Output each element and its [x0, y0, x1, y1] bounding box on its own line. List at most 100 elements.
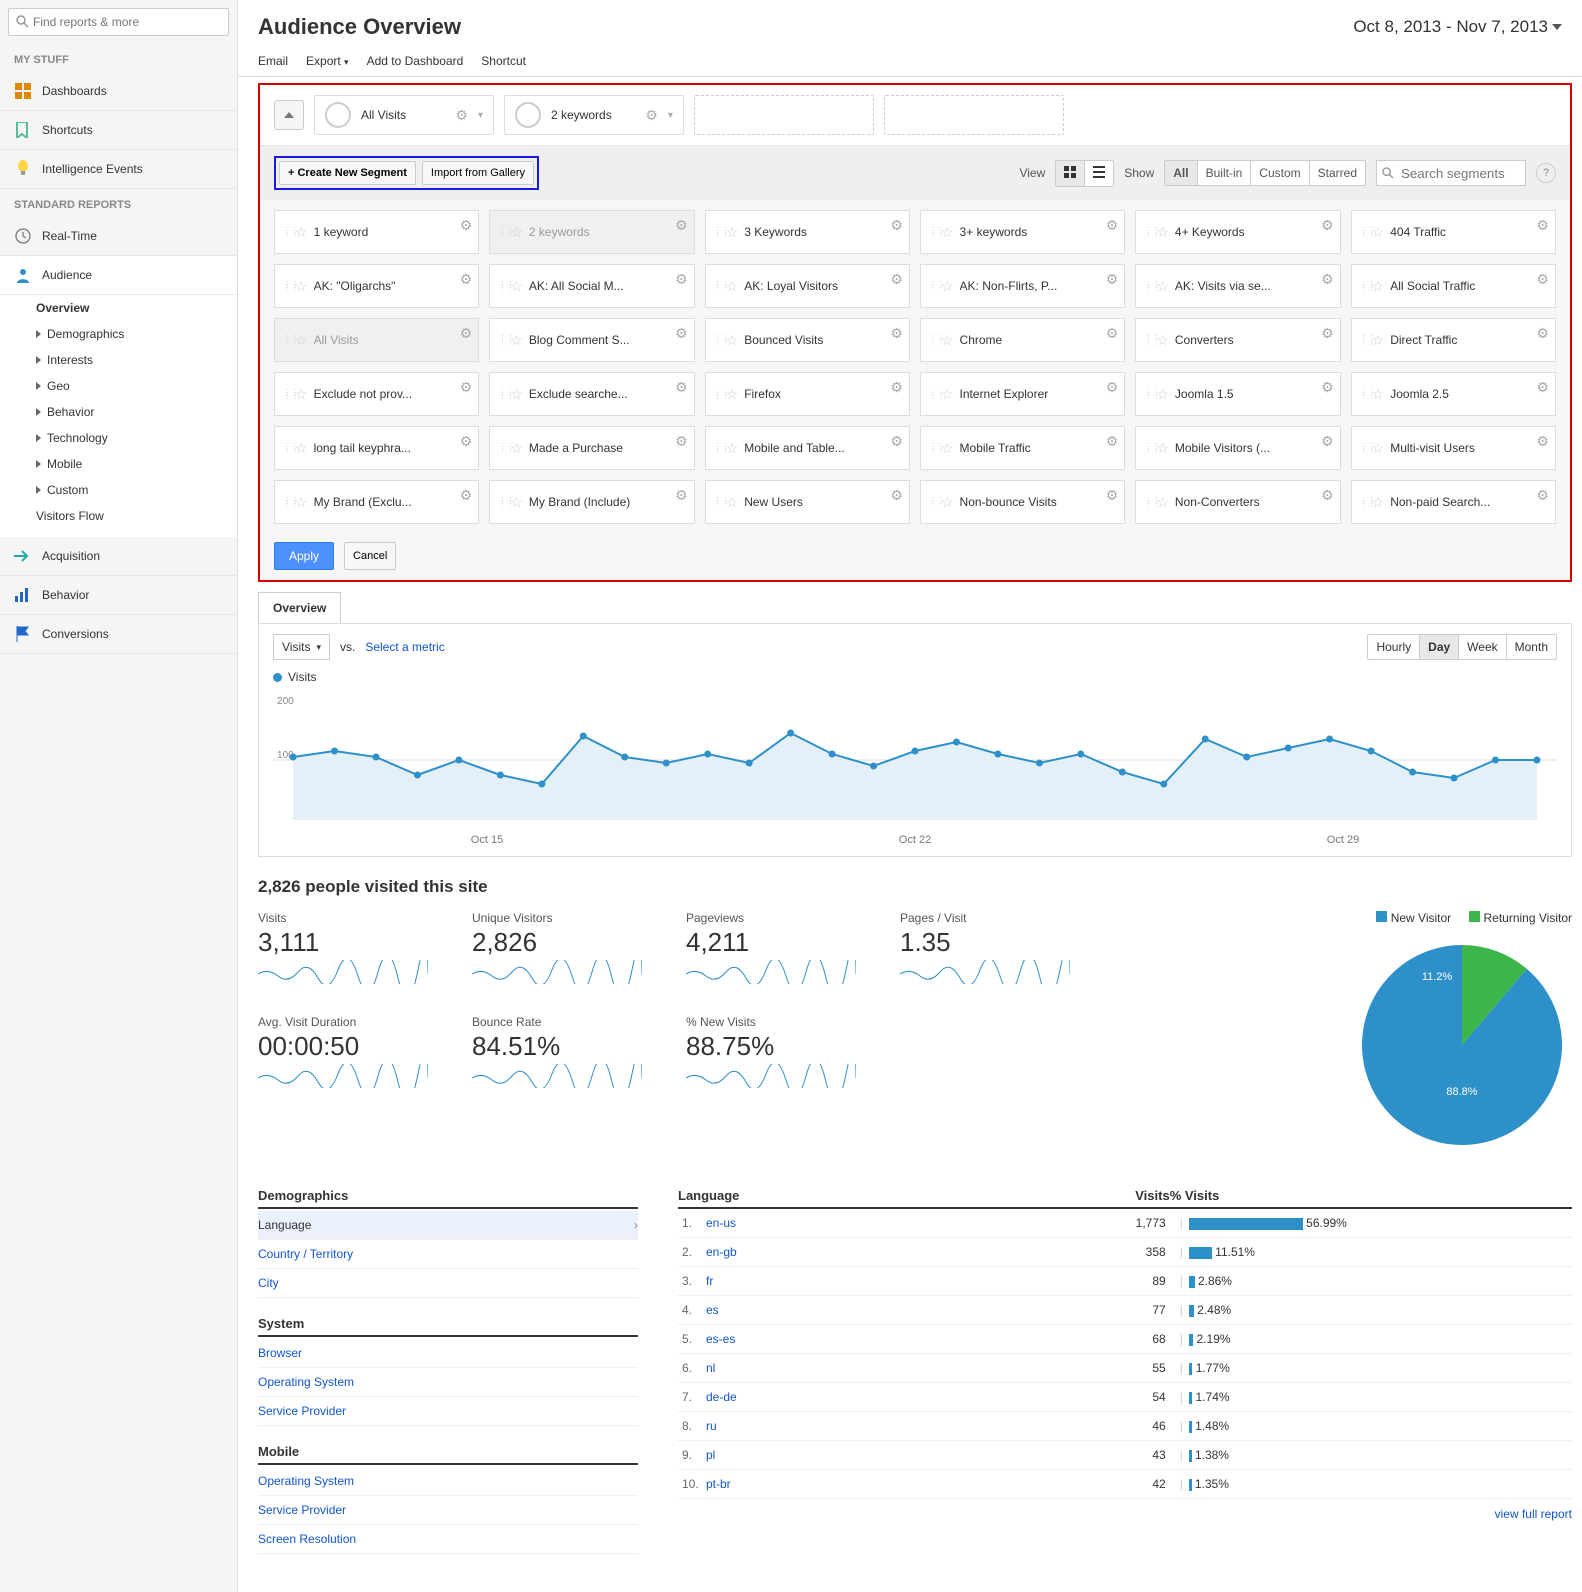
drag-handle-icon[interactable]: ⋮⋮⋮⋮ — [714, 283, 720, 289]
segment-pill-2-keywords[interactable]: 2 keywords ⚙ ▾ — [504, 95, 684, 135]
drag-handle-icon[interactable]: ⋮⋮⋮⋮ — [1144, 445, 1150, 451]
gear-icon[interactable]: ⚙ — [460, 325, 473, 342]
segment-card[interactable]: ⋮⋮⋮⋮☆Chrome⚙ — [920, 318, 1125, 362]
lang-link[interactable]: nl — [706, 1361, 715, 1375]
drag-handle-icon[interactable]: ⋮⋮⋮⋮ — [714, 445, 720, 451]
star-icon[interactable]: ☆ — [295, 440, 308, 457]
segment-card[interactable]: ⋮⋮⋮⋮☆Non-bounce Visits⚙ — [920, 480, 1125, 524]
collapse-button[interactable] — [274, 100, 304, 130]
sidebar-item-real-time[interactable]: Real-Time — [0, 217, 237, 256]
gear-icon[interactable]: ⚙ — [1106, 379, 1119, 396]
dim-row-operating-system[interactable]: Operating System — [258, 1368, 638, 1397]
segment-card[interactable]: ⋮⋮⋮⋮☆Mobile Traffic⚙ — [920, 426, 1125, 470]
drag-handle-icon[interactable]: ⋮⋮⋮⋮ — [929, 499, 935, 505]
segment-card[interactable]: ⋮⋮⋮⋮☆Non-paid Search...⚙ — [1351, 480, 1556, 524]
drag-handle-icon[interactable]: ⋮⋮⋮⋮ — [498, 229, 504, 235]
star-icon[interactable]: ☆ — [295, 332, 308, 349]
drag-handle-icon[interactable]: ⋮⋮⋮⋮ — [1360, 337, 1366, 343]
drag-handle-icon[interactable]: ⋮⋮⋮⋮ — [1360, 445, 1366, 451]
gear-icon[interactable]: ⚙ — [455, 107, 468, 124]
drag-handle-icon[interactable]: ⋮⋮⋮⋮ — [929, 391, 935, 397]
star-icon[interactable]: ☆ — [295, 278, 308, 295]
drag-handle-icon[interactable]: ⋮⋮⋮⋮ — [498, 391, 504, 397]
gear-icon[interactable]: ⚙ — [460, 433, 473, 450]
segment-card[interactable]: ⋮⋮⋮⋮☆1 keyword⚙ — [274, 210, 479, 254]
sidebar-sub-visitors-flow[interactable]: Visitors Flow — [36, 503, 237, 529]
drag-handle-icon[interactable]: ⋮⋮⋮⋮ — [1144, 283, 1150, 289]
tab-overview[interactable]: Overview — [258, 592, 341, 623]
search-input[interactable] — [8, 8, 229, 36]
gear-icon[interactable]: ⚙ — [1536, 433, 1549, 450]
star-icon[interactable]: ☆ — [510, 440, 523, 457]
star-icon[interactable]: ☆ — [726, 332, 739, 349]
dim-row-operating-system[interactable]: Operating System — [258, 1467, 638, 1496]
segment-card[interactable]: ⋮⋮⋮⋮☆Converters⚙ — [1135, 318, 1340, 362]
star-icon[interactable]: ☆ — [1372, 440, 1385, 457]
segment-card[interactable]: ⋮⋮⋮⋮☆Internet Explorer⚙ — [920, 372, 1125, 416]
drag-handle-icon[interactable]: ⋮⋮⋮⋮ — [714, 337, 720, 343]
drag-handle-icon[interactable]: ⋮⋮⋮⋮ — [1360, 229, 1366, 235]
gear-icon[interactable]: ⚙ — [675, 271, 688, 288]
gear-icon[interactable]: ⚙ — [645, 107, 658, 124]
segment-card[interactable]: ⋮⋮⋮⋮☆AK: Non-Flirts, P...⚙ — [920, 264, 1125, 308]
view-grid-button[interactable] — [1056, 161, 1085, 186]
star-icon[interactable]: ☆ — [941, 440, 954, 457]
drag-handle-icon[interactable]: ⋮⋮⋮⋮ — [283, 499, 289, 505]
gear-icon[interactable]: ⚙ — [890, 487, 903, 504]
drag-handle-icon[interactable]: ⋮⋮⋮⋮ — [283, 337, 289, 343]
star-icon[interactable]: ☆ — [510, 386, 523, 403]
lang-link[interactable]: pl — [706, 1448, 715, 1462]
gear-icon[interactable]: ⚙ — [890, 379, 903, 396]
import-gallery-button[interactable]: Import from Gallery — [422, 161, 534, 185]
segment-card[interactable]: ⋮⋮⋮⋮☆AK: "Oligarchs"⚙ — [274, 264, 479, 308]
gear-icon[interactable]: ⚙ — [1321, 487, 1334, 504]
show-starred[interactable]: Starred — [1310, 161, 1365, 185]
gear-icon[interactable]: ⚙ — [1106, 325, 1119, 342]
cancel-button[interactable]: Cancel — [344, 542, 396, 570]
gear-icon[interactable]: ⚙ — [1536, 217, 1549, 234]
segment-card[interactable]: ⋮⋮⋮⋮☆Firefox⚙ — [705, 372, 910, 416]
star-icon[interactable]: ☆ — [510, 224, 523, 241]
dim-row-service-provider[interactable]: Service Provider — [258, 1397, 638, 1426]
star-icon[interactable]: ☆ — [295, 494, 308, 511]
drag-handle-icon[interactable]: ⋮⋮⋮⋮ — [929, 229, 935, 235]
sidebar-sub-demographics[interactable]: Demographics — [36, 321, 237, 347]
gear-icon[interactable]: ⚙ — [675, 217, 688, 234]
metric-dropdown[interactable]: Visits▾ — [273, 634, 330, 660]
drag-handle-icon[interactable]: ⋮⋮⋮⋮ — [498, 445, 504, 451]
show-built-in[interactable]: Built-in — [1198, 161, 1252, 185]
sidebar-sub-technology[interactable]: Technology — [36, 425, 237, 451]
chevron-down-icon[interactable]: ▾ — [478, 110, 483, 121]
gear-icon[interactable]: ⚙ — [675, 379, 688, 396]
dim-row-screen-resolution[interactable]: Screen Resolution — [258, 1525, 638, 1554]
drag-handle-icon[interactable]: ⋮⋮⋮⋮ — [498, 499, 504, 505]
drag-handle-icon[interactable]: ⋮⋮⋮⋮ — [929, 445, 935, 451]
gear-icon[interactable]: ⚙ — [1536, 487, 1549, 504]
segment-card[interactable]: ⋮⋮⋮⋮☆404 Traffic⚙ — [1351, 210, 1556, 254]
dim-row-country---territory[interactable]: Country / Territory — [258, 1240, 638, 1269]
segment-card[interactable]: ⋮⋮⋮⋮☆AK: Visits via se...⚙ — [1135, 264, 1340, 308]
gear-icon[interactable]: ⚙ — [1321, 271, 1334, 288]
drag-handle-icon[interactable]: ⋮⋮⋮⋮ — [929, 337, 935, 343]
segment-card[interactable]: ⋮⋮⋮⋮☆All Social Traffic⚙ — [1351, 264, 1556, 308]
gear-icon[interactable]: ⚙ — [890, 433, 903, 450]
star-icon[interactable]: ☆ — [941, 494, 954, 511]
drag-handle-icon[interactable]: ⋮⋮⋮⋮ — [714, 229, 720, 235]
segment-drop-placeholder[interactable] — [694, 95, 874, 135]
star-icon[interactable]: ☆ — [1156, 386, 1169, 403]
lang-link[interactable]: en-us — [706, 1216, 736, 1230]
search-segments-input[interactable] — [1376, 160, 1526, 186]
sidebar-item-behavior[interactable]: Behavior — [0, 576, 237, 615]
apply-button[interactable]: Apply — [274, 542, 334, 570]
lang-link[interactable]: ru — [706, 1419, 717, 1433]
drag-handle-icon[interactable]: ⋮⋮⋮⋮ — [283, 229, 289, 235]
dim-row-browser[interactable]: Browser — [258, 1339, 638, 1368]
sidebar-item-audience[interactable]: Audience — [0, 256, 237, 295]
sidebar-sub-custom[interactable]: Custom — [36, 477, 237, 503]
lang-link[interactable]: pt-br — [706, 1477, 731, 1491]
toolbar-add-to-dashboard[interactable]: Add to Dashboard — [367, 54, 464, 68]
drag-handle-icon[interactable]: ⋮⋮⋮⋮ — [714, 499, 720, 505]
star-icon[interactable]: ☆ — [1372, 494, 1385, 511]
drag-handle-icon[interactable]: ⋮⋮⋮⋮ — [1360, 283, 1366, 289]
sidebar-sub-geo[interactable]: Geo — [36, 373, 237, 399]
